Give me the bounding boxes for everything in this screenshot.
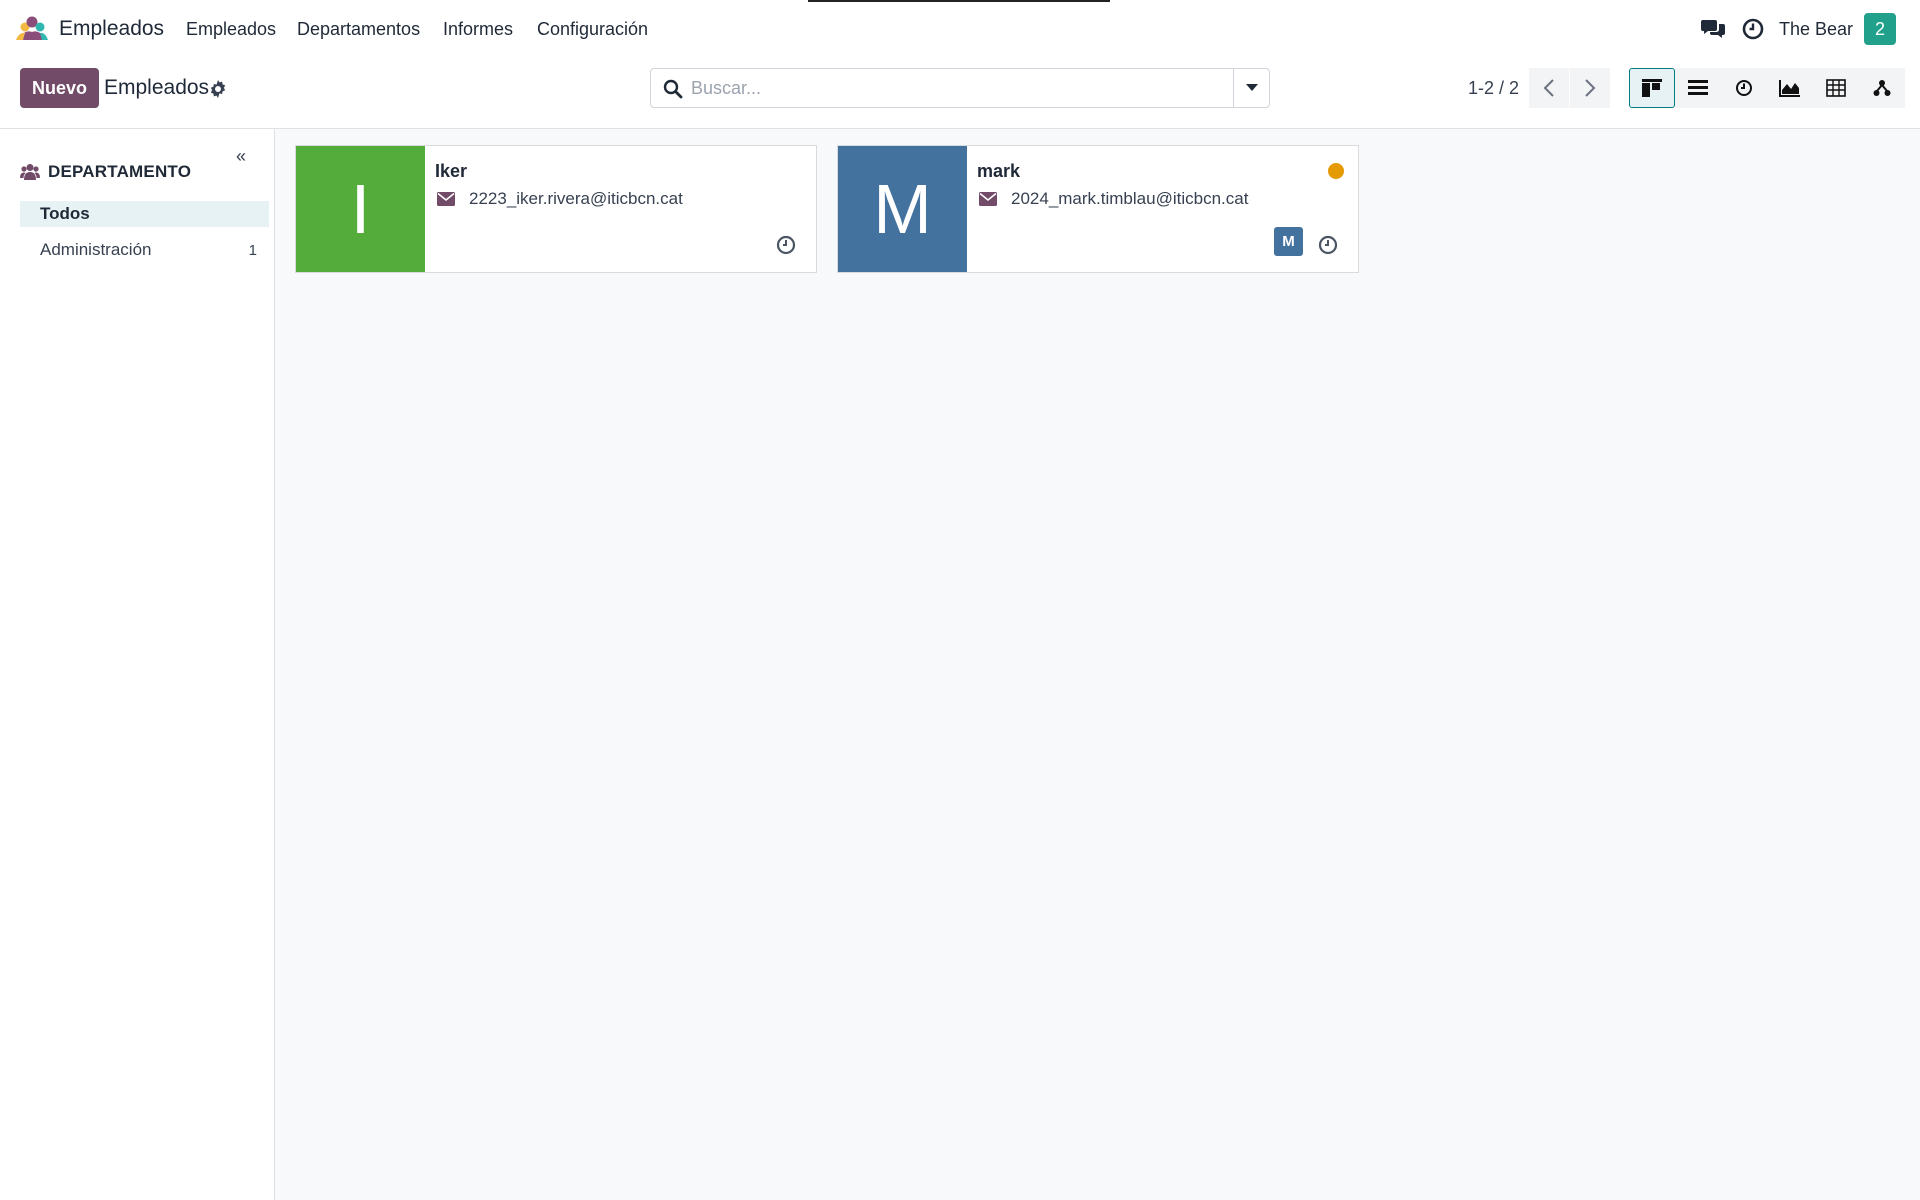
employee-name: mark: [977, 161, 1021, 181]
envelope-icon: [437, 192, 455, 206]
hierarchy-icon: [1873, 80, 1891, 96]
kanban-icon: [1642, 79, 1662, 97]
view-activity-button[interactable]: [1721, 68, 1767, 108]
breadcrumb: Empleados: [104, 76, 210, 99]
menu-informes[interactable]: Informes: [443, 19, 513, 40]
employee-avatar: I: [296, 146, 425, 272]
list-icon: [1688, 80, 1708, 95]
department-item-all[interactable]: Todos: [20, 201, 269, 227]
activity-clock-icon[interactable]: [1318, 235, 1338, 255]
collapse-sidebar-button[interactable]: «: [236, 146, 246, 167]
view-switcher: [1629, 68, 1905, 108]
search-icon: [663, 79, 683, 99]
view-pivot-button[interactable]: [1813, 68, 1859, 108]
gear-icon[interactable]: [209, 80, 227, 98]
manager-avatar[interactable]: M: [1274, 227, 1303, 256]
app-name[interactable]: Empleados: [59, 17, 164, 41]
employee-email-row: 2223_iker.rivera@iticbcn.cat: [435, 189, 683, 209]
users-icon: [20, 164, 40, 180]
table-icon: [1826, 79, 1846, 97]
caret-down-icon: [1245, 84, 1258, 91]
search-panel-sidebar: « DEPARTAMENTO Todos Administración 1: [0, 129, 275, 1200]
department-filter-header: DEPARTAMENTO: [20, 162, 191, 182]
department-item-administracion[interactable]: Administración 1: [20, 237, 269, 263]
chevron-left-icon: [1543, 79, 1554, 97]
employee-email-row: 2024_mark.timblau@iticbcn.cat: [977, 189, 1248, 209]
employee-card[interactable]: I Iker 2223_iker.rivera@iticbcn.cat: [295, 145, 817, 273]
search-input[interactable]: [691, 70, 1231, 106]
activity-clock-icon[interactable]: [776, 235, 796, 255]
view-kanban-button[interactable]: [1629, 68, 1675, 108]
user-avatar-badge[interactable]: 2: [1864, 13, 1896, 45]
employee-avatar: M: [838, 146, 967, 272]
clock-icon: [1736, 80, 1752, 96]
pager-next-button[interactable]: [1570, 68, 1610, 108]
envelope-icon: [979, 192, 997, 206]
view-list-button[interactable]: [1675, 68, 1721, 108]
chevron-right-icon: [1585, 79, 1596, 97]
top-navbar: Empleados Empleados Departamentos Inform…: [0, 0, 1920, 59]
presence-status-dot: [1328, 163, 1344, 179]
department-filter-title: DEPARTAMENTO: [48, 162, 192, 181]
employee-name: Iker: [435, 161, 468, 181]
employee-email: 2024_mark.timblau@iticbcn.cat: [1011, 189, 1249, 208]
loading-bar: [808, 0, 1110, 2]
pager-value[interactable]: 1-2 / 2: [1468, 78, 1519, 99]
new-button[interactable]: Nuevo: [20, 68, 99, 108]
area-chart-icon: [1779, 80, 1800, 97]
department-item-count: 1: [248, 241, 257, 259]
menu-configuracion[interactable]: Configuración: [537, 19, 648, 40]
department-item-label: Todos: [40, 204, 90, 223]
menu-departamentos[interactable]: Departamentos: [297, 19, 420, 40]
employees-app-icon[interactable]: [15, 16, 49, 42]
activity-clock-icon[interactable]: [1742, 18, 1764, 40]
user-name[interactable]: The Bear: [1779, 19, 1853, 40]
chat-icon[interactable]: [1701, 18, 1725, 40]
department-item-label: Administración: [40, 240, 152, 259]
employee-card[interactable]: M mark 2024_mark.timblau@iticbcn.cat M: [837, 145, 1359, 273]
view-hierarchy-button[interactable]: [1859, 68, 1905, 108]
pager-previous-button[interactable]: [1529, 68, 1569, 108]
view-graph-button[interactable]: [1767, 68, 1813, 108]
control-panel: Nuevo Empleados 1-2 / 2: [0, 59, 1920, 129]
menu-empleados[interactable]: Empleados: [186, 19, 276, 40]
search-options-toggle[interactable]: [1233, 69, 1269, 107]
search-bar: [650, 68, 1270, 108]
employee-email: 2223_iker.rivera@iticbcn.cat: [469, 189, 683, 208]
